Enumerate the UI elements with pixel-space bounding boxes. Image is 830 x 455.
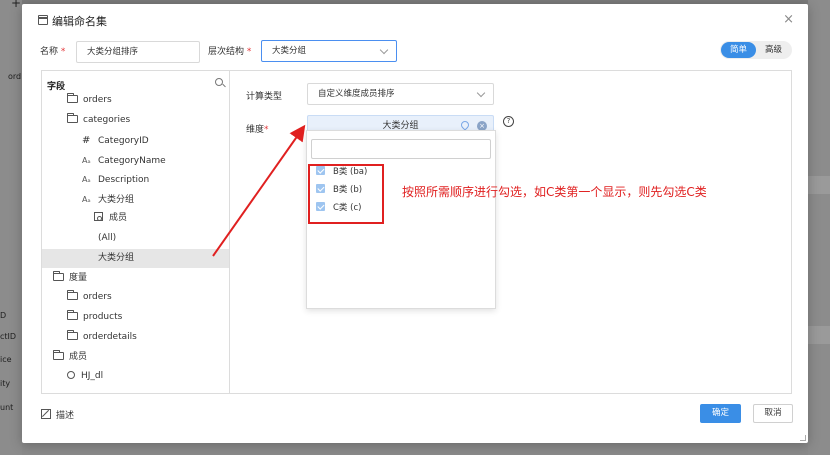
- calc-type-label: 计算类型: [246, 92, 283, 102]
- annotation-text: 按照所需顺序进行勾选，如C类第一个显示，则先勾选C类: [402, 185, 707, 199]
- calc-type-value: 自定义维度成员排序: [318, 89, 395, 99]
- highlight-box: [308, 164, 384, 224]
- member-icon: [94, 212, 103, 221]
- mode-toggle: 简单 高级: [719, 41, 792, 59]
- help-icon[interactable]: ?: [503, 116, 514, 127]
- folder-open-icon: [67, 113, 78, 123]
- folder-open-icon: [53, 271, 64, 281]
- background-label: unt: [0, 403, 14, 412]
- tree-node-members-folder[interactable]: 成员: [53, 348, 87, 367]
- tree-node-category-group[interactable]: Aₐ 大类分组: [82, 190, 134, 209]
- background-label: ctID: [0, 332, 17, 341]
- calc-type-select[interactable]: 自定义维度成员排序: [307, 83, 494, 105]
- tree-node-categoryid[interactable]: # CategoryID: [82, 131, 149, 150]
- edit-icon: [41, 409, 51, 419]
- resize-handle-icon[interactable]: [800, 435, 806, 441]
- confirm-button[interactable]: 确定: [700, 404, 741, 423]
- tree-node-category-group-selected[interactable]: 大类分组: [42, 249, 229, 268]
- hierarchy-label: 层次结构 *: [208, 47, 252, 57]
- search-icon[interactable]: [215, 78, 223, 86]
- name-label: 名称 *: [40, 47, 66, 57]
- tree-node-orders[interactable]: orders: [67, 91, 112, 110]
- hierarchy-field-icon: Aₐ: [82, 195, 91, 204]
- background-label: ity: [0, 379, 11, 388]
- text-field-icon: Aₐ: [82, 156, 91, 165]
- background-label: ice: [0, 355, 12, 364]
- text-field-icon: Aₐ: [82, 175, 91, 184]
- description-button[interactable]: 描述: [41, 408, 74, 421]
- tree-node-orderdetails[interactable]: orderdetails: [67, 328, 137, 347]
- background-right-panel: [808, 0, 830, 455]
- dialog-title: 编辑命名集: [52, 15, 107, 28]
- folder-icon: [67, 330, 78, 340]
- background-left-panel: + ord D ctID ice ity unt: [0, 0, 22, 455]
- window-icon: [38, 15, 48, 25]
- mode-simple-button[interactable]: 简单: [720, 42, 756, 58]
- close-icon[interactable]: ×: [783, 12, 794, 27]
- plus-icon: +: [11, 0, 22, 10]
- dimension-label: 维度*: [246, 125, 269, 135]
- hierarchy-select[interactable]: 大类分组: [261, 40, 397, 62]
- tree-node-hj-dl[interactable]: HJ_dl: [67, 367, 103, 386]
- folder-icon: [67, 310, 78, 320]
- background-label: D: [0, 311, 7, 320]
- circle-icon: [67, 371, 75, 379]
- dialog-header: 编辑命名集 ×: [22, 4, 808, 36]
- field-tree-header: 字段: [47, 82, 66, 92]
- tree-node-categories[interactable]: categories: [67, 111, 130, 130]
- tree-node-orders-measure[interactable]: orders: [67, 288, 112, 307]
- folder-icon: [67, 290, 78, 300]
- folder-open-icon: [53, 350, 64, 360]
- member-search-input[interactable]: [311, 139, 491, 159]
- field-tree: 字段 orders categories # CategoryID Aₐ Categ…: [42, 71, 230, 393]
- tree-node-measures[interactable]: 度量: [53, 269, 87, 288]
- tree-node-description[interactable]: Aₐ Description: [82, 170, 149, 189]
- tree-node-members[interactable]: 成员: [94, 209, 127, 228]
- folder-icon: [67, 93, 78, 103]
- tree-node-all[interactable]: (All): [98, 229, 116, 248]
- chevron-down-icon: [379, 45, 389, 55]
- hierarchy-select-value: 大类分组: [272, 46, 307, 56]
- number-field-icon: #: [82, 135, 91, 146]
- mode-advanced-button[interactable]: 高级: [756, 42, 791, 58]
- background-label: ord: [8, 72, 22, 81]
- tree-node-products[interactable]: products: [67, 308, 122, 327]
- chevron-down-icon: [476, 88, 486, 98]
- cancel-button[interactable]: 取消: [753, 404, 793, 423]
- name-input[interactable]: 大类分组排序: [76, 41, 200, 63]
- tree-node-categoryname[interactable]: Aₐ CategoryName: [82, 151, 166, 170]
